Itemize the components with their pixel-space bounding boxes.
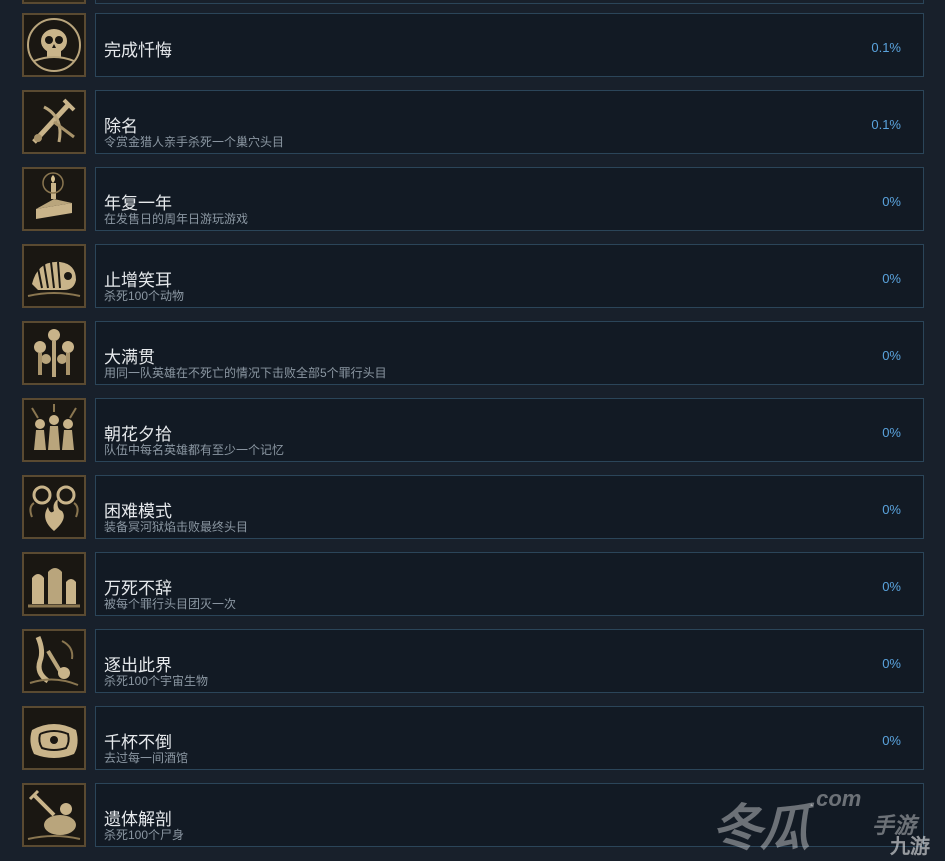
achievement-panel: 朝花夕拾 队伍中每名英雄都有至少一个记忆 0% xyxy=(95,398,924,462)
achievement-description: 队伍中每名英雄都有至少一个记忆 xyxy=(104,443,285,457)
beast-icon xyxy=(22,244,86,308)
achievement-panel: 逐出此界 杀死100个宇宙生物 0% xyxy=(95,629,924,693)
achievement-panel: 千杯不倒 去过每一间酒馆 0% xyxy=(95,706,924,770)
unlock-percentage: 0.1% xyxy=(871,40,901,55)
achievement-description: 杀死100个宇宙生物 xyxy=(104,674,209,688)
skull-icon xyxy=(22,13,86,77)
previous-achievement-icon-edge xyxy=(22,0,86,4)
achievement-row: 困难模式 装备冥河狱焰击败最终头目 0% xyxy=(22,475,924,539)
tentacle-icon xyxy=(22,629,86,693)
achievement-row: 朝花夕拾 队伍中每名英雄都有至少一个记忆 0% xyxy=(22,398,924,462)
achievement-title: 完成忏悔 xyxy=(104,41,172,60)
achievement-description: 去过每一间酒馆 xyxy=(104,751,189,765)
achievement-description: 杀死100个尸身 xyxy=(104,828,185,842)
achievement-description: 在发售日的周年日游玩游戏 xyxy=(104,212,249,226)
unlock-percentage: 0% xyxy=(882,733,901,748)
heroes-group-icon xyxy=(22,398,86,462)
achievement-panel: 年复一年 在发售日的周年日游玩游戏 0% xyxy=(95,167,924,231)
achievement-row: 止增笑耳 杀死100个动物 0% xyxy=(22,244,924,308)
tavern-pillow-icon xyxy=(22,706,86,770)
achievement-row: 完成忏悔 0.1% xyxy=(22,13,924,77)
achievement-panel: 止增笑耳 杀死100个动物 0% xyxy=(95,244,924,308)
hellfire-icon xyxy=(22,475,86,539)
achievement-description: 用同一队英雄在不死亡的情况下击败全部5个罪行头目 xyxy=(104,366,387,380)
achievement-description: 杀死100个动物 xyxy=(104,289,185,303)
unlock-percentage: 0% xyxy=(882,271,901,286)
achievement-row: 年复一年 在发售日的周年日游玩游戏 0% xyxy=(22,167,924,231)
achievement-panel: 万死不辞 被每个罪行头目团灭一次 0% xyxy=(95,552,924,616)
achievement-row: 千杯不倒 去过每一间酒馆 0% xyxy=(22,706,924,770)
achievement-row: 遗体解剖 杀死100个尸身 xyxy=(22,783,924,847)
achievement-row: 逐出此界 杀死100个宇宙生物 0% xyxy=(22,629,924,693)
unlock-percentage: 0% xyxy=(882,579,901,594)
achievement-panel: 完成忏悔 0.1% xyxy=(95,13,924,77)
achievement-panel: 除名 令赏金猎人亲手杀死一个巢穴头目 0.1% xyxy=(95,90,924,154)
unlock-percentage: 0% xyxy=(882,656,901,671)
trophies-icon xyxy=(22,321,86,385)
achievement-row: 万死不辞 被每个罪行头目团灭一次 0% xyxy=(22,552,924,616)
achievement-panel: 困难模式 装备冥河狱焰击败最终头目 0% xyxy=(95,475,924,539)
cake-candle-icon xyxy=(22,167,86,231)
achievement-description: 装备冥河狱焰击败最终头目 xyxy=(104,520,249,534)
achievement-panel: 遗体解剖 杀死100个尸身 xyxy=(95,783,924,847)
gravestones-icon xyxy=(22,552,86,616)
achievement-description: 被每个罪行头目团灭一次 xyxy=(104,597,237,611)
unlock-percentage: 0% xyxy=(882,348,901,363)
corpse-dagger-icon xyxy=(22,783,86,847)
previous-achievement-panel-edge xyxy=(95,0,924,4)
unlock-percentage: 0% xyxy=(882,425,901,440)
achievement-row: 大满贯 用同一队英雄在不死亡的情况下击败全部5个罪行头目 0% xyxy=(22,321,924,385)
unlock-percentage: 0% xyxy=(882,502,901,517)
achievement-panel: 大满贯 用同一队英雄在不死亡的情况下击败全部5个罪行头目 0% xyxy=(95,321,924,385)
achievement-description: 令赏金猎人亲手杀死一个巢穴头目 xyxy=(104,135,285,149)
unlock-percentage: 0.1% xyxy=(871,117,901,132)
unlock-percentage: 0% xyxy=(882,194,901,209)
achievement-row: 除名 令赏金猎人亲手杀死一个巢穴头目 0.1% xyxy=(22,90,924,154)
crossed-weapons-icon xyxy=(22,90,86,154)
